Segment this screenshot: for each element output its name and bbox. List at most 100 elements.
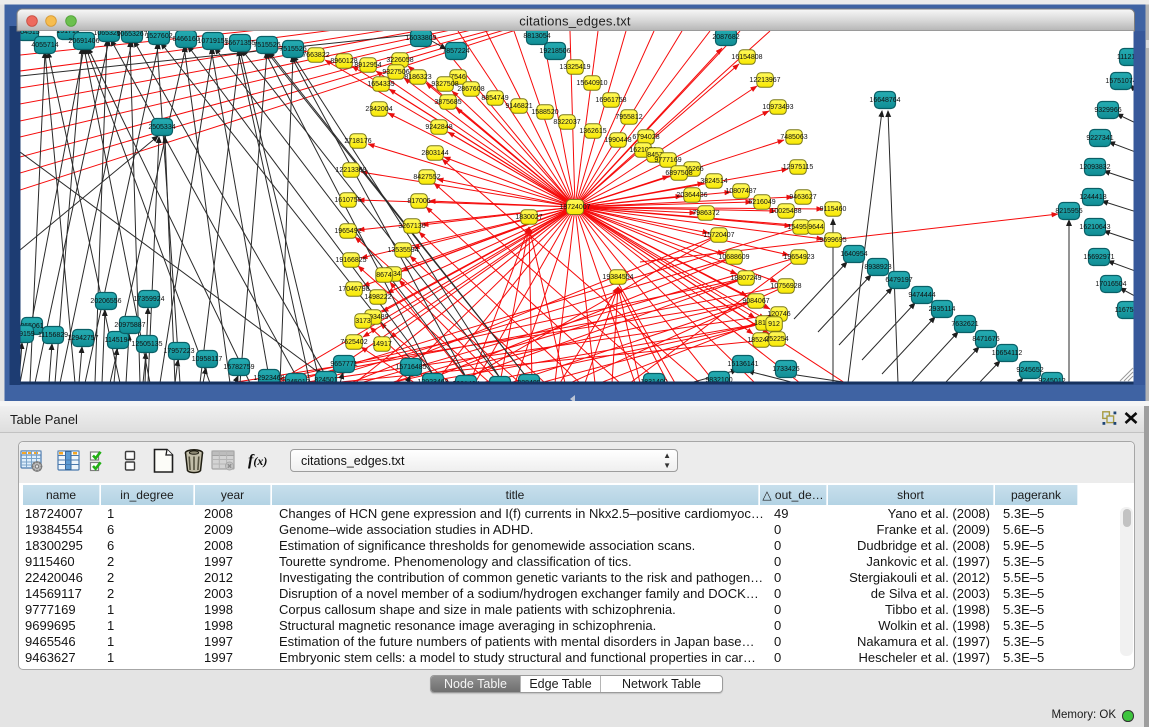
svg-text:10807487: 10807487 — [725, 188, 756, 195]
svg-text:1654339: 1654339 — [367, 81, 394, 88]
svg-text:1244418: 1244418 — [1079, 194, 1106, 201]
svg-text:7625402: 7625402 — [340, 339, 367, 346]
svg-text:15751074: 15751074 — [1105, 78, 1136, 85]
svg-text:16782759: 16782759 — [223, 364, 254, 371]
svg-text:12213967: 12213967 — [749, 77, 780, 84]
svg-text:17016504: 17016504 — [1095, 281, 1126, 288]
svg-text:9463627: 9463627 — [789, 194, 816, 201]
svg-text:16210643: 16210643 — [1079, 224, 1110, 231]
svg-text:9115460: 9115460 — [820, 206, 847, 213]
svg-text:8471676: 8471676 — [972, 336, 999, 343]
svg-text:2087682: 2087682 — [712, 34, 739, 41]
svg-text:15136141: 15136141 — [727, 361, 758, 368]
svg-text:10688609: 10688609 — [718, 254, 749, 261]
svg-text:19384554: 19384554 — [602, 274, 633, 281]
svg-text:9644: 9644 — [808, 224, 824, 231]
svg-text:8674: 8674 — [376, 272, 392, 279]
svg-text:19166825: 19166825 — [335, 257, 366, 264]
svg-text:20691406: 20691406 — [68, 38, 99, 45]
svg-text:1965492: 1965492 — [334, 228, 361, 235]
svg-text:9084067: 9084067 — [742, 298, 769, 305]
svg-text:817006: 817006 — [407, 198, 430, 205]
svg-text:6897508: 6897508 — [665, 170, 692, 177]
svg-text:3226058: 3226058 — [386, 57, 413, 64]
svg-text:2342004: 2342004 — [365, 106, 392, 113]
svg-text:3824514: 3824514 — [700, 178, 727, 185]
svg-text:912: 912 — [768, 321, 780, 328]
svg-text:1610755: 1610755 — [334, 197, 361, 204]
svg-text:12923468: 12923468 — [253, 375, 284, 382]
svg-text:18724007: 18724007 — [559, 204, 590, 211]
svg-text:10958117: 10958117 — [192, 356, 223, 363]
svg-text:9657771: 9657771 — [330, 361, 357, 368]
svg-text:7485063: 7485063 — [780, 134, 807, 141]
svg-text:11156829: 11156829 — [38, 332, 68, 339]
svg-text:9227341: 9227341 — [1086, 135, 1113, 142]
svg-text:12505135: 12505135 — [131, 341, 162, 348]
svg-text:19218506: 19218506 — [539, 48, 570, 55]
svg-text:8215955: 8215955 — [1055, 208, 1082, 215]
svg-text:6216049: 6216049 — [748, 199, 775, 206]
svg-text:12213369: 12213369 — [335, 167, 366, 174]
svg-text:12093832: 12093832 — [1079, 164, 1110, 171]
svg-text:15640910: 15640910 — [576, 80, 607, 87]
svg-text:1145194: 1145194 — [105, 337, 132, 344]
svg-text:6479197: 6479197 — [885, 277, 912, 284]
svg-text:17957223: 17957223 — [163, 348, 194, 355]
svg-text:16671355: 16671355 — [224, 40, 255, 47]
svg-text:2718176: 2718176 — [344, 138, 371, 145]
svg-text:12975115: 12975115 — [783, 164, 814, 171]
svg-text:1640954: 1640954 — [840, 251, 867, 258]
svg-text:9245652: 9245652 — [1016, 367, 1043, 374]
svg-text:9777169: 9777169 — [654, 157, 681, 164]
svg-text:1733426: 1733426 — [772, 366, 799, 373]
svg-text:citations_edges.txt: citations_edges.txt — [519, 14, 631, 29]
svg-text:12942757: 12942757 — [67, 335, 98, 342]
svg-text:20206556: 20206556 — [90, 298, 121, 305]
svg-text:18807249: 18807249 — [730, 275, 761, 282]
svg-text:7663822: 7663822 — [302, 52, 329, 59]
svg-text:4055714: 4055714 — [31, 42, 58, 49]
svg-text:10756928: 10756928 — [770, 283, 801, 290]
svg-text:7515526: 7515526 — [253, 42, 280, 49]
svg-text:10973493: 10973493 — [762, 104, 793, 111]
svg-text:7986372: 7986372 — [692, 210, 719, 217]
svg-text:1527602: 1527602 — [145, 33, 172, 40]
svg-text:20364436: 20364436 — [676, 192, 707, 199]
svg-text:13325419: 13325419 — [559, 64, 590, 71]
svg-text:7857224: 7857224 — [442, 48, 469, 55]
svg-text:7955812: 7955812 — [615, 114, 642, 121]
svg-text:1498222: 1498222 — [364, 294, 391, 301]
svg-text:15692971: 15692971 — [1083, 254, 1114, 261]
svg-text:17046798: 17046798 — [338, 286, 369, 293]
svg-text:16033809: 16033809 — [405, 35, 436, 42]
svg-text:1830027: 1830027 — [515, 214, 542, 221]
svg-text:20975887: 20975887 — [114, 322, 145, 329]
svg-text:10654112: 10654112 — [992, 350, 1023, 357]
svg-text:2867608: 2867608 — [457, 86, 484, 93]
svg-text:17359924: 17359924 — [133, 296, 164, 303]
svg-text:3875685: 3875685 — [434, 99, 461, 106]
svg-text:10025488: 10025488 — [770, 208, 801, 215]
svg-text:9242848: 9242848 — [425, 124, 452, 131]
svg-text:9327508: 9327508 — [431, 81, 458, 88]
svg-text:7632621: 7632621 — [951, 321, 978, 328]
svg-text:9329966: 9329966 — [1094, 107, 1121, 114]
svg-text:8186323: 8186323 — [404, 74, 431, 81]
svg-text:15716485: 15716485 — [395, 364, 426, 371]
svg-text:16961758: 16961758 — [595, 97, 626, 104]
svg-text:9699695: 9699695 — [819, 237, 846, 244]
svg-text:16648764: 16648764 — [869, 97, 900, 104]
svg-text:6794028: 6794028 — [632, 134, 659, 141]
svg-text:2505334: 2505334 — [148, 124, 175, 131]
svg-text:15720407: 15720407 — [703, 232, 734, 239]
svg-text:3173: 3173 — [355, 318, 371, 325]
svg-text:8322037: 8322037 — [553, 119, 580, 126]
svg-text:2803144: 2803144 — [421, 150, 448, 157]
svg-text:1990448: 1990448 — [604, 137, 631, 144]
svg-text:9474444: 9474444 — [908, 292, 935, 299]
svg-text:14917: 14917 — [372, 341, 392, 348]
svg-text:19654923: 19654923 — [783, 254, 814, 261]
svg-text:3267130: 3267130 — [398, 223, 425, 230]
svg-text:252254: 252254 — [765, 336, 788, 343]
